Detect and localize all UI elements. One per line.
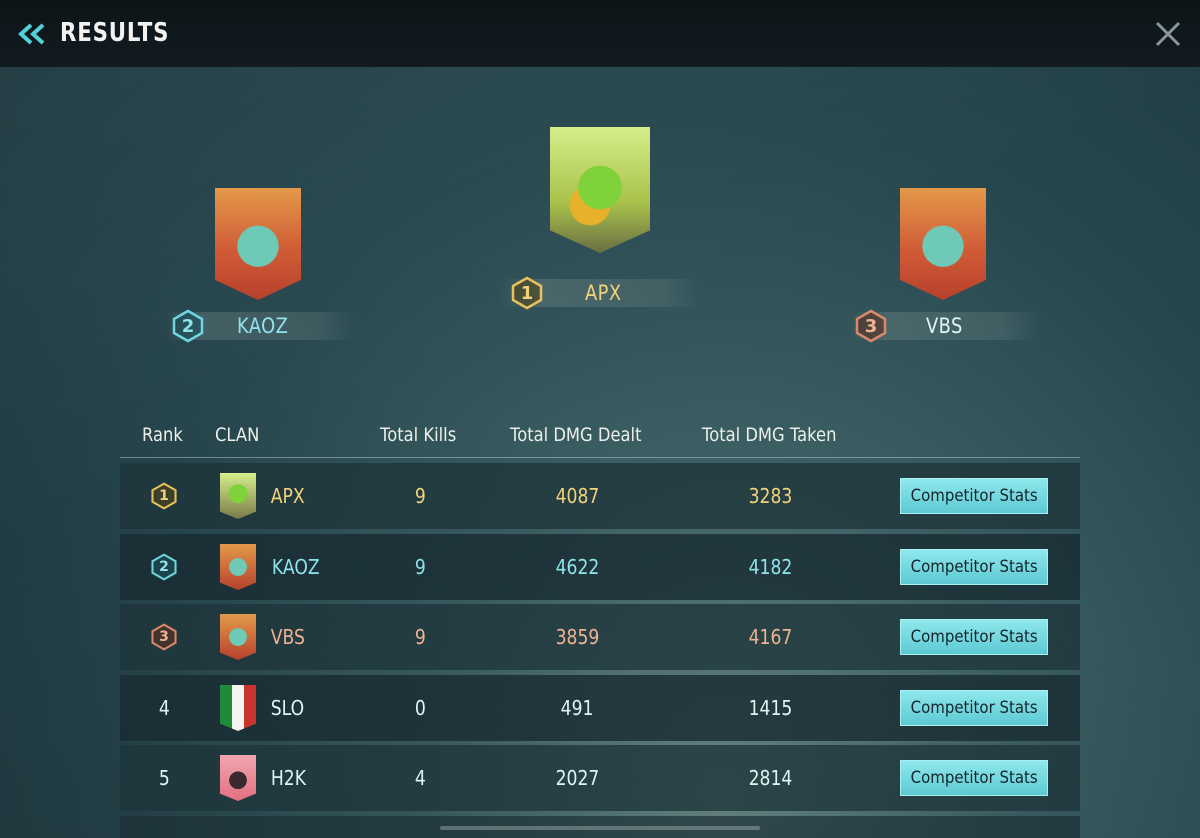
header-total-dmg-taken: Total DMG Taken [702, 424, 837, 446]
total-kills: 4 [414, 766, 426, 790]
rank-3-icon: 3 [854, 309, 888, 343]
total-kills: 9 [414, 484, 426, 508]
total-dmg-taken: 4182 [748, 555, 793, 579]
close-button[interactable] [1152, 18, 1184, 50]
podium-plate-third: 3 VBS [850, 309, 1040, 343]
results-table-header: Rank CLAN Total Kills Total DMG Dealt To… [120, 420, 1080, 458]
table-row: 4 SLO 0 491 1415 Competitor Stats [120, 675, 1080, 741]
double-chevron-left-icon [18, 23, 45, 45]
rank-cell: 4 [158, 696, 170, 720]
clan-logo-apx [550, 127, 650, 253]
podium-name-third: VBS [926, 314, 963, 338]
header-clan: CLAN [215, 424, 260, 446]
total-dmg-dealt: 3859 [555, 625, 600, 649]
competitor-stats-button[interactable]: Competitor Stats [900, 619, 1048, 655]
podium-name-first: APX [585, 281, 622, 305]
podium-plate-second: 2 KAOZ [165, 309, 355, 343]
clan-name: VBS [270, 625, 305, 649]
clan-logo-cell [220, 675, 256, 741]
table-row: 1 APX 9 4087 3283 Competitor Stats [120, 463, 1080, 529]
podium-plate-first: 1 APX [500, 276, 700, 310]
clan-logo-cell [220, 534, 256, 600]
rank-1-icon: 1 [150, 482, 178, 510]
total-dmg-taken: 2814 [748, 766, 793, 790]
header-total-kills: Total Kills [380, 424, 457, 446]
scrollbar[interactable] [440, 826, 760, 830]
competitor-stats-button[interactable]: Competitor Stats [900, 549, 1048, 585]
header-total-dmg-dealt: Total DMG Dealt [510, 424, 642, 446]
total-kills: 0 [414, 696, 426, 720]
top-bar: RESULTS [0, 0, 1200, 67]
rank-cell: 1 [142, 463, 186, 529]
total-dmg-dealt: 4087 [555, 484, 600, 508]
competitor-stats-button[interactable]: Competitor Stats [900, 690, 1048, 726]
rank-cell: 2 [142, 534, 186, 600]
competitor-stats-button[interactable]: Competitor Stats [900, 760, 1048, 796]
clan-logo-h2k [220, 755, 256, 801]
clan-name: APX [270, 484, 305, 508]
close-icon [1155, 21, 1181, 47]
total-dmg-taken: 1415 [748, 696, 793, 720]
podium-name-second: KAOZ [237, 314, 289, 338]
competitor-stats-button[interactable]: Competitor Stats [900, 478, 1048, 514]
rank-cell: 5 [158, 766, 170, 790]
clan-name: SLO [270, 696, 305, 720]
total-dmg-dealt: 4622 [555, 555, 600, 579]
total-dmg-taken: 4167 [748, 625, 793, 649]
table-row: 3 VBS 9 3859 4167 Competitor Stats [120, 604, 1080, 670]
rank-cell: 3 [142, 604, 186, 670]
clan-logo-kaoz [220, 544, 256, 590]
clan-logo-apx [220, 473, 256, 519]
table-row: 5 H2K 4 2027 2814 Competitor Stats [120, 745, 1080, 811]
total-kills: 9 [414, 555, 426, 579]
header-rank: Rank [142, 424, 183, 446]
clan-logo-cell [220, 745, 256, 811]
clan-logo-cell [220, 604, 256, 670]
total-kills: 9 [414, 625, 426, 649]
page-title: RESULTS [60, 18, 170, 48]
rank-2-icon: 2 [150, 553, 178, 581]
total-dmg-taken: 3283 [748, 484, 793, 508]
clan-logo-slo [220, 685, 256, 731]
total-dmg-dealt: 491 [561, 696, 594, 720]
table-row: 2 KAOZ 9 4622 4182 Competitor Stats [120, 534, 1080, 600]
clan-logo-vbs [220, 614, 256, 660]
back-button[interactable] [16, 20, 50, 48]
clan-logo-kaoz [215, 188, 301, 300]
total-dmg-dealt: 2027 [555, 766, 600, 790]
rank-1-icon: 1 [510, 276, 544, 310]
clan-logo-vbs [900, 188, 986, 300]
rank-2-icon: 2 [171, 309, 205, 343]
clan-name: H2K [270, 766, 307, 790]
clan-logo-cell [220, 463, 256, 529]
rank-3-icon: 3 [150, 623, 178, 651]
clan-name: KAOZ [271, 555, 320, 579]
